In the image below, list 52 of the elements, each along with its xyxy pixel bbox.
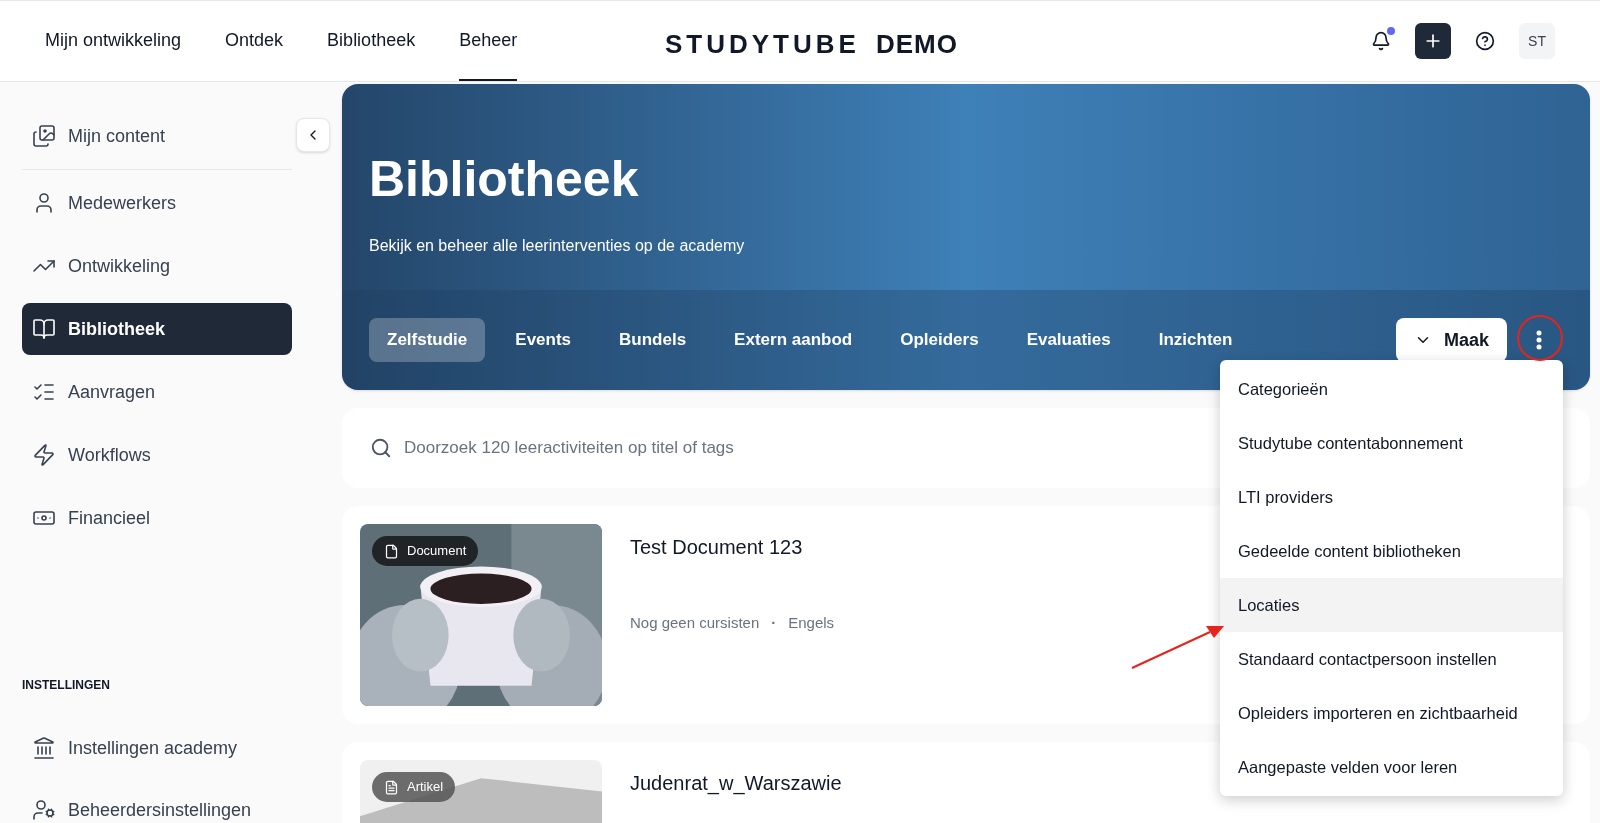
sidebar-item[interactable]: Ontwikkeling: [22, 240, 292, 292]
type-badge: Artikel: [372, 772, 456, 802]
bell-icon: [1371, 31, 1391, 51]
add-button[interactable]: [1415, 23, 1451, 59]
type-badge: Document: [372, 536, 479, 566]
annotation-circle: [1516, 314, 1564, 362]
images-icon: [32, 124, 56, 148]
bolt-icon: [32, 443, 56, 467]
card-title[interactable]: Test Document 123: [630, 532, 835, 562]
sidebar-item[interactable]: Aanvragen: [22, 366, 292, 418]
article-icon: [384, 779, 399, 795]
document-icon: [384, 543, 399, 559]
card-title[interactable]: Judenrat_w_Warszawie: [630, 768, 842, 798]
hero-tab[interactable]: Events: [497, 318, 590, 362]
hero-tab[interactable]: Zelfstudie: [369, 318, 486, 362]
card-meta: Nog geen cursisten: [630, 613, 760, 633]
search-icon: [370, 437, 392, 459]
more-icon: [1536, 330, 1542, 350]
collapse-button[interactable]: [296, 118, 330, 152]
user-gear-icon: [32, 798, 56, 822]
help-icon[interactable]: [1475, 31, 1495, 51]
menu-item[interactable]: Gedeelde content bibliotheken: [1220, 524, 1563, 578]
nav-tab[interactable]: Ontdek: [225, 1, 284, 81]
book-icon: [32, 317, 56, 341]
sidebar-item[interactable]: Financieel: [22, 492, 292, 544]
section-heading: INSTELLINGEN: [22, 677, 111, 694]
bank-icon: [32, 736, 56, 760]
nav-tab[interactable]: Beheer: [459, 1, 518, 81]
hero-tab[interactable]: Evaluaties: [1008, 318, 1129, 362]
menu-item[interactable]: Standaard contactpersoon instellen: [1220, 632, 1563, 686]
hero-tab[interactable]: Bundels: [601, 318, 705, 362]
menu-item[interactable]: Studytube contentabonnement: [1220, 416, 1563, 470]
hero-tab[interactable]: Extern aanbod: [716, 318, 871, 362]
create-button[interactable]: Maak: [1395, 318, 1507, 362]
sidebar-item[interactable]: Workflows: [22, 429, 292, 481]
hero-tab[interactable]: Inzichten: [1140, 318, 1251, 362]
nav-tab[interactable]: Mijn ontwikkeling: [45, 1, 182, 81]
separator-dot: ·: [771, 613, 777, 633]
sidebar-item[interactable]: Bibliotheek: [22, 303, 292, 355]
sidebar-item[interactable]: Instellingen academy: [22, 722, 292, 774]
sidebar-item[interactable]: Mijn content: [22, 110, 292, 162]
avatar[interactable]: ST: [1519, 23, 1555, 59]
sidebar-item[interactable]: Beheerdersinstellingen: [22, 784, 292, 823]
page-title: Bibliotheek: [369, 154, 640, 204]
sidebar-item[interactable]: Medewerkers: [22, 177, 292, 229]
menu-item[interactable]: Locaties: [1220, 578, 1563, 632]
logo[interactable]: STUDYTUBE DEMO: [665, 25, 958, 64]
page-subtitle: Bekijk en beheer alle leerinterventies op de academy: [369, 236, 746, 256]
nav-tab[interactable]: Bibliotheek: [327, 1, 416, 81]
menu-item[interactable]: Aangepaste velden voor leren: [1220, 740, 1563, 794]
hero-tab[interactable]: Opleiders: [882, 318, 997, 362]
card-meta: Engels: [788, 613, 835, 633]
